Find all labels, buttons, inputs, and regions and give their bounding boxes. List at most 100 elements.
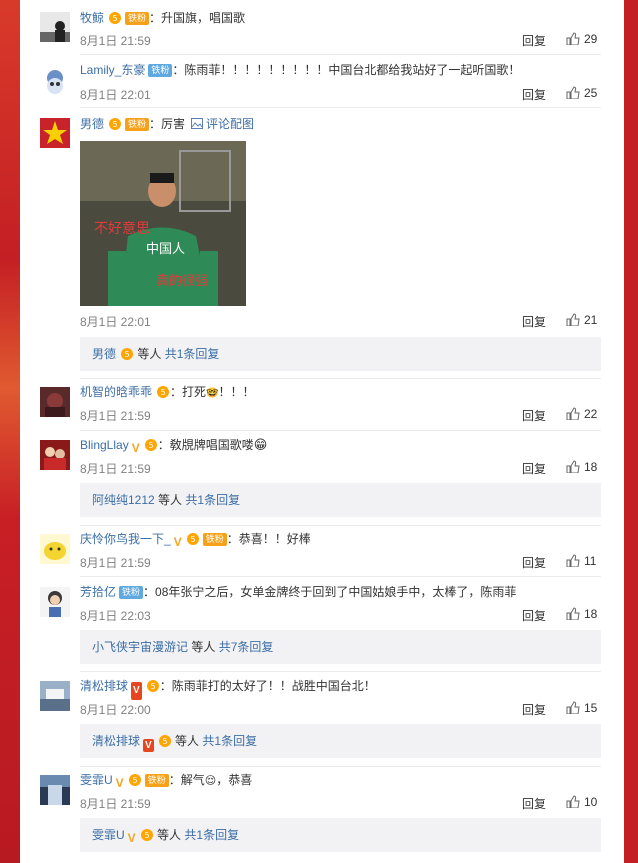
reply-button[interactable]: 回复 — [522, 607, 546, 624]
sub-reply-box[interactable]: 小飞侠宇宙漫游记 等人 共7条回复 — [80, 630, 601, 664]
like-count: 11 — [584, 554, 597, 568]
like-button[interactable]: 22 — [566, 407, 597, 421]
reply-button[interactable]: 回复 — [522, 32, 546, 49]
sub-reply-user[interactable]: 阿纯纯1212 — [92, 493, 155, 507]
username-link[interactable]: 清松排球 — [80, 679, 128, 693]
verified-v-red-icon: V — [143, 739, 154, 752]
divider — [80, 766, 601, 767]
like-button[interactable]: 29 — [566, 32, 597, 46]
comment-text: ：解气 — [168, 773, 205, 787]
avatar-image — [40, 775, 70, 805]
comment-line: 清松排球 V 5 ：陈雨菲打的太好了！！战胜中国台北！ — [80, 677, 376, 700]
avatar[interactable] — [40, 587, 70, 617]
comment-picture-link[interactable]: 评论配图 — [191, 117, 254, 131]
divider — [80, 525, 601, 526]
username-link[interactable]: 男德 — [80, 117, 104, 131]
username-link[interactable]: 庆怜你鸟我一下_ — [80, 532, 171, 546]
comment-picture-label: 评论配图 — [206, 117, 255, 131]
relieved-emoji-icon: 😌 — [204, 775, 217, 787]
comment-line: 机智的晗乖乖 5 ：打死🤓！！！ — [80, 383, 255, 401]
fan-badge: 铁粉 — [148, 64, 173, 77]
svg-text:5: 5 — [112, 14, 117, 23]
sub-reply-box[interactable]: 男德 5 等人 共1条回复 — [80, 337, 601, 371]
vip-crown-icon: 5 — [140, 829, 153, 841]
sub-reply-box[interactable]: 阿纯纯1212 等人 共1条回复 — [80, 483, 601, 517]
sub-reply-count-link[interactable]: 共7条回复 — [219, 640, 274, 654]
sub-reply-box[interactable]: 清松排球 V 5 等人 共1条回复 — [80, 724, 601, 758]
like-button[interactable]: 18 — [566, 460, 597, 474]
sub-reply-user[interactable]: 雯霏U — [92, 828, 125, 842]
reply-button[interactable]: 回复 — [522, 795, 546, 812]
sub-reply-user[interactable]: 清松排球 — [92, 734, 140, 748]
comment-line: 芳拾亿 铁粉 ：08年张宁之后，女单金牌终于回到了中国姑娘手中，太棒了，陈雨菲 — [80, 583, 516, 601]
avatar[interactable] — [40, 118, 70, 148]
photo-caption-1: 不好意思 — [94, 220, 150, 237]
like-button[interactable]: 10 — [566, 795, 597, 809]
avatar[interactable] — [40, 681, 70, 711]
sub-reply-text: 等人 — [137, 347, 162, 361]
avatar-image — [40, 12, 70, 42]
avatar-image — [40, 66, 70, 96]
sub-reply-text: 等人 — [157, 828, 182, 842]
sub-reply-count-link[interactable]: 共1条回复 — [185, 493, 240, 507]
comment-text-tail: ！！！ — [218, 385, 255, 399]
username-link[interactable]: 芳拾亿 — [80, 585, 116, 599]
comment-date: 8月1日 21:59 — [80, 409, 151, 423]
username-link[interactable]: Lamily_东豪 — [80, 63, 145, 77]
svg-text:5: 5 — [112, 120, 117, 129]
avatar[interactable] — [40, 387, 70, 417]
sub-reply-user[interactable]: 男德 — [92, 347, 116, 361]
username-link[interactable]: 机智的晗乖乖 — [80, 385, 152, 399]
reply-button[interactable]: 回复 — [522, 460, 546, 477]
comment-line: 牧鲸 5 铁粉 ：升国旗，唱国歌 — [80, 9, 245, 27]
comment-text: ：敎覑牌唱国歌喽 — [157, 438, 254, 452]
reply-button[interactable]: 回复 — [522, 554, 546, 571]
comment-text-tail: ，恭喜 — [216, 773, 253, 787]
svg-text:5: 5 — [150, 682, 155, 691]
red-background-right — [624, 0, 638, 863]
like-button[interactable]: 25 — [566, 86, 597, 100]
like-button[interactable]: 11 — [566, 554, 596, 568]
like-button[interactable]: 18 — [566, 607, 597, 621]
like-count: 21 — [584, 313, 598, 327]
sub-reply-count-link[interactable]: 共1条回复 — [165, 347, 220, 361]
vip-crown-icon: 5 — [109, 118, 122, 130]
comment-date: 8月1日 22:00 — [80, 703, 151, 717]
sub-reply-count-link[interactable]: 共1条回复 — [184, 828, 239, 842]
reply-button[interactable]: 回复 — [522, 313, 546, 330]
avatar[interactable] — [40, 534, 70, 564]
divider — [80, 671, 601, 672]
comment-picture[interactable]: 不好意思 中国人 真的很强 — [80, 141, 246, 306]
reply-button[interactable]: 回复 — [522, 86, 546, 103]
vip-crown-icon: 5 — [144, 439, 157, 451]
comment-text: ：恭喜！！好棒 — [226, 532, 311, 546]
sub-reply-box[interactable]: 雯霏U V 5 等人 共1条回复 — [80, 818, 601, 852]
sub-reply-text: 等人 — [158, 493, 183, 507]
like-count: 15 — [584, 701, 598, 715]
like-button[interactable]: 21 — [566, 313, 597, 327]
vip-crown-icon: 5 — [186, 533, 199, 545]
username-link[interactable]: BlingLlay — [80, 438, 129, 452]
sub-reply-count-link[interactable]: 共1条回复 — [202, 734, 257, 748]
sub-reply-user[interactable]: 小飞侠宇宙漫游记 — [92, 640, 188, 654]
comment-date: 8月1日 21:59 — [80, 462, 151, 476]
avatar-image — [40, 587, 70, 617]
username-link[interactable]: 牧鲸 — [80, 11, 104, 25]
comment-text: ：打死 — [170, 385, 207, 399]
avatar-image — [40, 534, 70, 564]
avatar[interactable] — [40, 775, 70, 805]
reply-button[interactable]: 回复 — [522, 407, 546, 424]
divider — [80, 107, 601, 108]
avatar[interactable] — [40, 440, 70, 470]
avatar[interactable] — [40, 66, 70, 96]
username-link[interactable]: 雯霏U — [80, 773, 113, 787]
comment-line: 庆怜你鸟我一下_ V 5 铁粉 ：恭喜！！好棒 — [80, 530, 311, 549]
comment-date: 8月1日 22:01 — [80, 88, 151, 102]
avatar-image — [40, 387, 70, 417]
reply-button[interactable]: 回复 — [522, 701, 546, 718]
like-count: 29 — [584, 32, 598, 46]
like-button[interactable]: 15 — [566, 701, 597, 715]
avatar-image — [40, 681, 70, 711]
thumbs-up-icon — [566, 86, 580, 100]
avatar[interactable] — [40, 12, 70, 42]
